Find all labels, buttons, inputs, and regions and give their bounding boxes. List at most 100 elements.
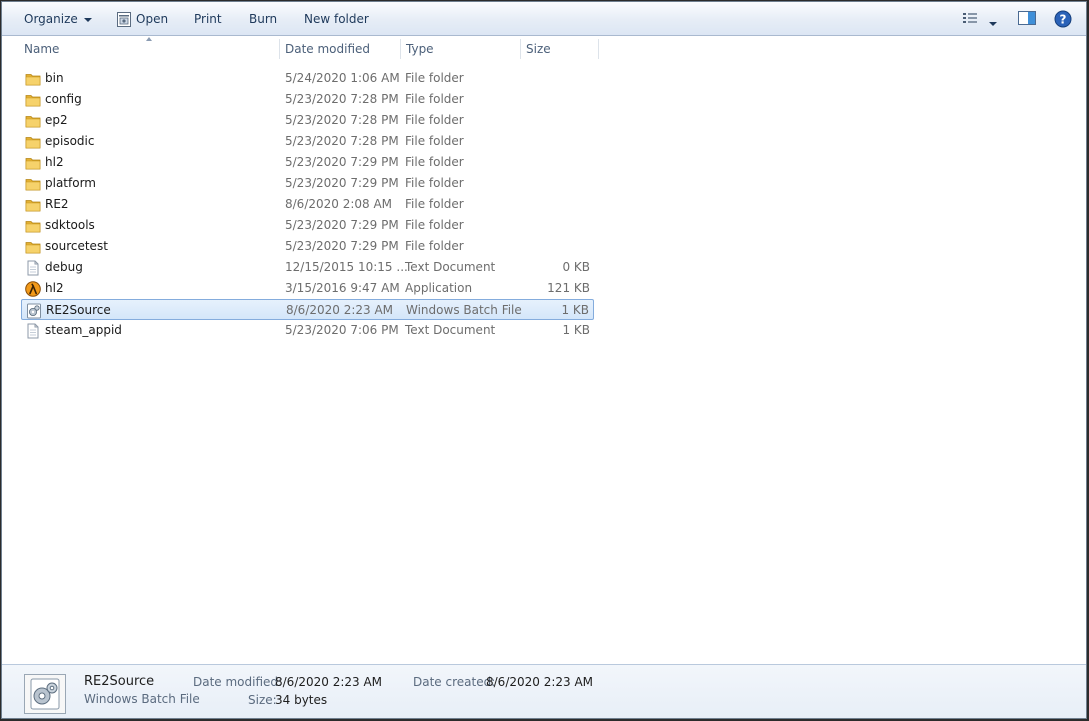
organize-label: Organize (24, 12, 78, 26)
folder-icon (25, 137, 41, 149)
command-bar: Organize Open Print Burn New folder ? (2, 2, 1086, 36)
file-size: 1 KB (562, 323, 590, 337)
file-row[interactable]: hl2 3/15/2016 9:47 AM Application 121 KB (21, 278, 594, 299)
file-date-modified: 3/15/2016 9:47 AM (285, 281, 400, 295)
file-type: File folder (405, 113, 464, 127)
file-date-modified: 5/23/2020 7:29 PM (285, 155, 399, 169)
column-size[interactable]: Size (521, 37, 599, 61)
file-row[interactable]: bin 5/24/2020 1:06 AM File folder (21, 68, 594, 89)
file-name: hl2 (45, 281, 64, 295)
file-name: debug (45, 260, 83, 274)
details-pane: RE2Source Windows Batch File Date modifi… (2, 664, 1086, 718)
help-icon: ? (1054, 10, 1072, 28)
file-name: sdktools (45, 218, 95, 232)
file-date-modified: 5/23/2020 7:29 PM (285, 218, 399, 232)
file-size: 121 KB (547, 281, 590, 295)
folder-icon (25, 74, 41, 86)
file-type: File folder (405, 239, 464, 253)
folder-icon (25, 242, 41, 254)
file-type: File folder (405, 218, 464, 232)
file-date-modified: 8/6/2020 2:08 AM (285, 197, 393, 211)
text-document-icon (27, 323, 39, 339)
details-size-value: 34 bytes (275, 693, 328, 707)
explorer-window: Organize Open Print Burn New folder ? Na… (1, 1, 1087, 719)
details-file-name: RE2Source (84, 674, 155, 689)
file-row[interactable]: RE2Source 8/6/2020 2:23 AM Windows Batch F… (21, 299, 594, 320)
file-name: RE2 (45, 197, 69, 211)
column-date-modified[interactable]: Date modified (280, 37, 400, 61)
preview-pane-icon (1018, 11, 1036, 25)
open-icon (117, 12, 131, 27)
print-button[interactable]: Print (194, 11, 222, 27)
column-type[interactable]: Type (401, 37, 520, 61)
file-row[interactable]: episodic 5/23/2020 7:28 PM File folder (21, 131, 594, 152)
file-row[interactable]: platform 5/23/2020 7:29 PM File folder (21, 173, 594, 194)
file-type: Windows Batch File (406, 303, 522, 317)
column-header: Name Date modified Type Size (19, 37, 599, 61)
file-date-modified: 5/23/2020 7:06 PM (285, 323, 399, 337)
file-row[interactable]: config 5/23/2020 7:28 PM File folder (21, 89, 594, 110)
file-date-modified: 12/15/2015 10:15 ... (285, 260, 408, 274)
file-name: ep2 (45, 113, 68, 127)
file-type: Text Document (405, 323, 496, 337)
svg-text:?: ? (1060, 13, 1067, 27)
file-date-modified: 5/23/2020 7:28 PM (285, 134, 399, 148)
file-row[interactable]: steam_appid 5/23/2020 7:06 PM Text Documen… (21, 320, 594, 341)
open-button[interactable]: Open (136, 11, 168, 27)
file-row[interactable]: sdktools 5/23/2020 7:29 PM File folder (21, 215, 594, 236)
organize-button[interactable]: Organize (24, 11, 92, 27)
file-name: sourcetest (45, 239, 108, 253)
details-date-modified-value: 8/6/2020 2:23 AM (275, 675, 383, 689)
preview-pane-button[interactable] (1018, 10, 1036, 29)
file-type: File folder (405, 134, 464, 148)
file-date-modified: 5/23/2020 7:28 PM (285, 113, 399, 127)
window-edge (1084, 36, 1086, 664)
file-type: File folder (405, 176, 464, 190)
file-size: 0 KB (562, 260, 590, 274)
burn-button[interactable]: Burn (249, 11, 277, 27)
file-type: Application (405, 281, 473, 295)
view-options-dropdown[interactable] (989, 16, 997, 30)
file-name: platform (45, 176, 96, 190)
chevron-down-icon (989, 21, 997, 26)
file-row[interactable]: sourcetest 5/23/2020 7:29 PM File folder (21, 236, 594, 257)
folder-icon (25, 158, 41, 170)
half-life-app-icon (25, 281, 41, 297)
file-type: File folder (405, 71, 464, 85)
details-date-created-value: 8/6/2020 2:23 AM (486, 675, 594, 689)
view-options-button[interactable] (962, 10, 978, 29)
column-name[interactable]: Name (19, 37, 279, 61)
file-name: RE2Source (46, 303, 111, 317)
file-type: File folder (405, 92, 464, 106)
batch-file-icon (30, 678, 60, 710)
file-size: 1 KB (561, 303, 589, 317)
file-row[interactable]: RE2 8/6/2020 2:08 AM File folder (21, 194, 594, 215)
column-divider[interactable] (598, 39, 599, 59)
file-name: steam_appid (45, 323, 122, 337)
file-type: File folder (405, 197, 464, 211)
file-name: config (45, 92, 82, 106)
batch-file-icon (27, 303, 41, 319)
details-date-created-label: Date created: (413, 675, 496, 689)
details-date-modified-label: Date modified: (193, 675, 283, 689)
file-date-modified: 5/23/2020 7:29 PM (285, 239, 399, 253)
file-row[interactable]: ep2 5/23/2020 7:28 PM File folder (21, 110, 594, 131)
folder-icon (25, 221, 41, 233)
details-size-label: Size: (248, 693, 277, 707)
folder-icon (25, 179, 41, 191)
file-type: Text Document (405, 260, 496, 274)
file-date-modified: 8/6/2020 2:23 AM (286, 303, 394, 317)
file-name: hl2 (45, 155, 64, 169)
file-row[interactable]: debug 12/15/2015 10:15 ... Text Document 0 … (21, 257, 594, 278)
text-document-icon (27, 260, 39, 276)
folder-icon (25, 200, 41, 212)
file-thumbnail (24, 674, 66, 714)
file-type: File folder (405, 155, 464, 169)
help-button[interactable]: ? (1054, 10, 1072, 31)
details-file-type: Windows Batch File (84, 692, 200, 706)
new-folder-button[interactable]: New folder (304, 11, 369, 27)
file-date-modified: 5/24/2020 1:06 AM (285, 71, 400, 85)
folder-icon (25, 95, 41, 107)
chevron-down-icon (83, 17, 92, 22)
file-row[interactable]: hl2 5/23/2020 7:29 PM File folder (21, 152, 594, 173)
